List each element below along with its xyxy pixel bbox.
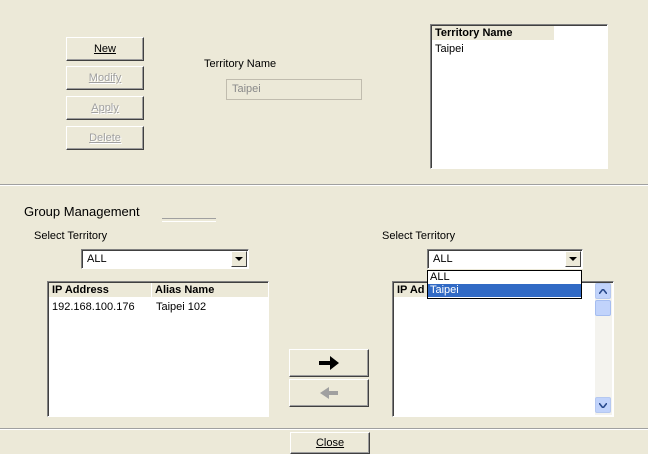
left-ip-list[interactable]: IP Address Alias Name 192.168.100.176 Ta… <box>47 281 269 417</box>
chevron-down-icon[interactable] <box>565 251 581 267</box>
close-button[interactable]: Close <box>290 432 370 454</box>
delete-button[interactable]: Delete <box>66 126 144 150</box>
new-button-label: New <box>93 43 116 55</box>
alias-name-column-header[interactable]: Alias Name <box>152 283 268 297</box>
apply-button-label: Apply <box>91 102 119 114</box>
move-left-button[interactable] <box>289 379 369 407</box>
arrow-right-icon <box>319 356 339 370</box>
chevron-down-icon <box>599 402 607 408</box>
close-button-label: Close <box>315 437 345 449</box>
dropdown-option-taipei[interactable]: Taipei <box>428 284 581 297</box>
delete-button-label: Delete <box>89 132 121 144</box>
territory-name-value: Taipei <box>232 83 261 95</box>
right-select-territory-label: Select Territory <box>382 230 456 242</box>
bottom-divider <box>0 428 648 430</box>
apply-button[interactable]: Apply <box>66 96 144 120</box>
new-button[interactable]: New <box>66 37 144 61</box>
right-territory-select[interactable]: ALL <box>427 249 583 269</box>
territory-dropdown-list[interactable]: ALL Taipei <box>427 270 582 299</box>
left-select-territory-label: Select Territory <box>34 230 108 242</box>
group-management-title: Group Management <box>24 204 140 219</box>
scroll-up-button[interactable] <box>595 283 611 299</box>
left-territory-select[interactable]: ALL <box>81 249 249 269</box>
modify-button-label: Modify <box>88 72 122 84</box>
scroll-thumb[interactable] <box>595 300 611 316</box>
move-right-button[interactable] <box>289 349 369 377</box>
territory-list-item[interactable]: Taipei <box>435 43 464 55</box>
alias-name-cell: Taipei 102 <box>156 301 207 313</box>
territory-list-header[interactable]: Territory Name <box>432 26 554 40</box>
right-ip-list[interactable]: IP Ad <box>392 281 614 417</box>
group-management-underline <box>162 218 216 222</box>
ip-address-cell: 192.168.100.176 <box>52 301 135 313</box>
right-ip-list-scrollbar[interactable] <box>595 283 612 415</box>
left-territory-select-value: ALL <box>87 253 107 265</box>
chevron-down-icon[interactable] <box>231 251 247 267</box>
territory-name-field[interactable]: Taipei <box>226 79 362 100</box>
modify-button[interactable]: Modify <box>66 66 144 90</box>
arrow-left-icon <box>320 387 338 399</box>
scroll-down-button[interactable] <box>595 397 611 413</box>
ip-address-column-header[interactable]: IP Address <box>49 283 151 297</box>
territory-name-label: Territory Name <box>204 58 277 70</box>
dropdown-option-all[interactable]: ALL <box>428 271 581 284</box>
section-divider <box>0 184 648 186</box>
territory-list[interactable]: Territory Name Taipei <box>430 24 608 169</box>
chevron-up-icon <box>599 288 607 294</box>
right-territory-select-value: ALL <box>433 253 453 265</box>
